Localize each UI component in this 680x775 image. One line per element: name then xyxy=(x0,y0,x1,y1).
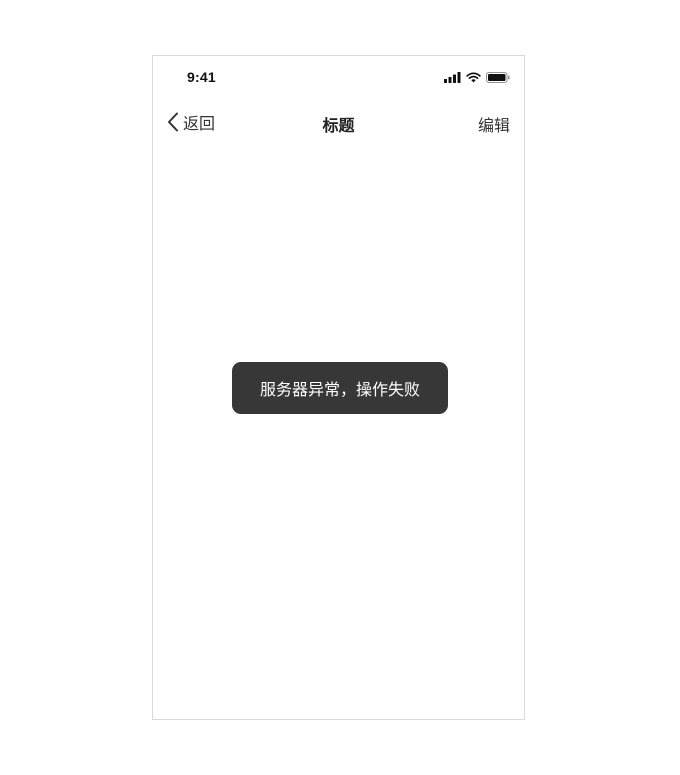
back-button[interactable]: 返回 xyxy=(167,110,215,134)
status-icons xyxy=(444,71,510,83)
signal-icon xyxy=(444,71,461,83)
error-toast: 服务器异常，操作失败 xyxy=(232,362,448,414)
nav-bar: 返回 标题 编辑 xyxy=(153,100,524,144)
battery-icon xyxy=(486,71,510,83)
back-label: 返回 xyxy=(183,114,216,133)
status-bar: 9:41 xyxy=(153,56,524,100)
toast-message: 服务器异常，操作失败 xyxy=(259,380,420,399)
edit-button[interactable]: 编辑 xyxy=(478,112,510,136)
chevron-left-icon xyxy=(168,112,178,132)
phone-screen: 9:41 返回 标题 编辑 服务器异常，操作失败 xyxy=(152,55,525,720)
wifi-icon xyxy=(466,71,481,82)
status-time: 9:41 xyxy=(187,69,216,85)
